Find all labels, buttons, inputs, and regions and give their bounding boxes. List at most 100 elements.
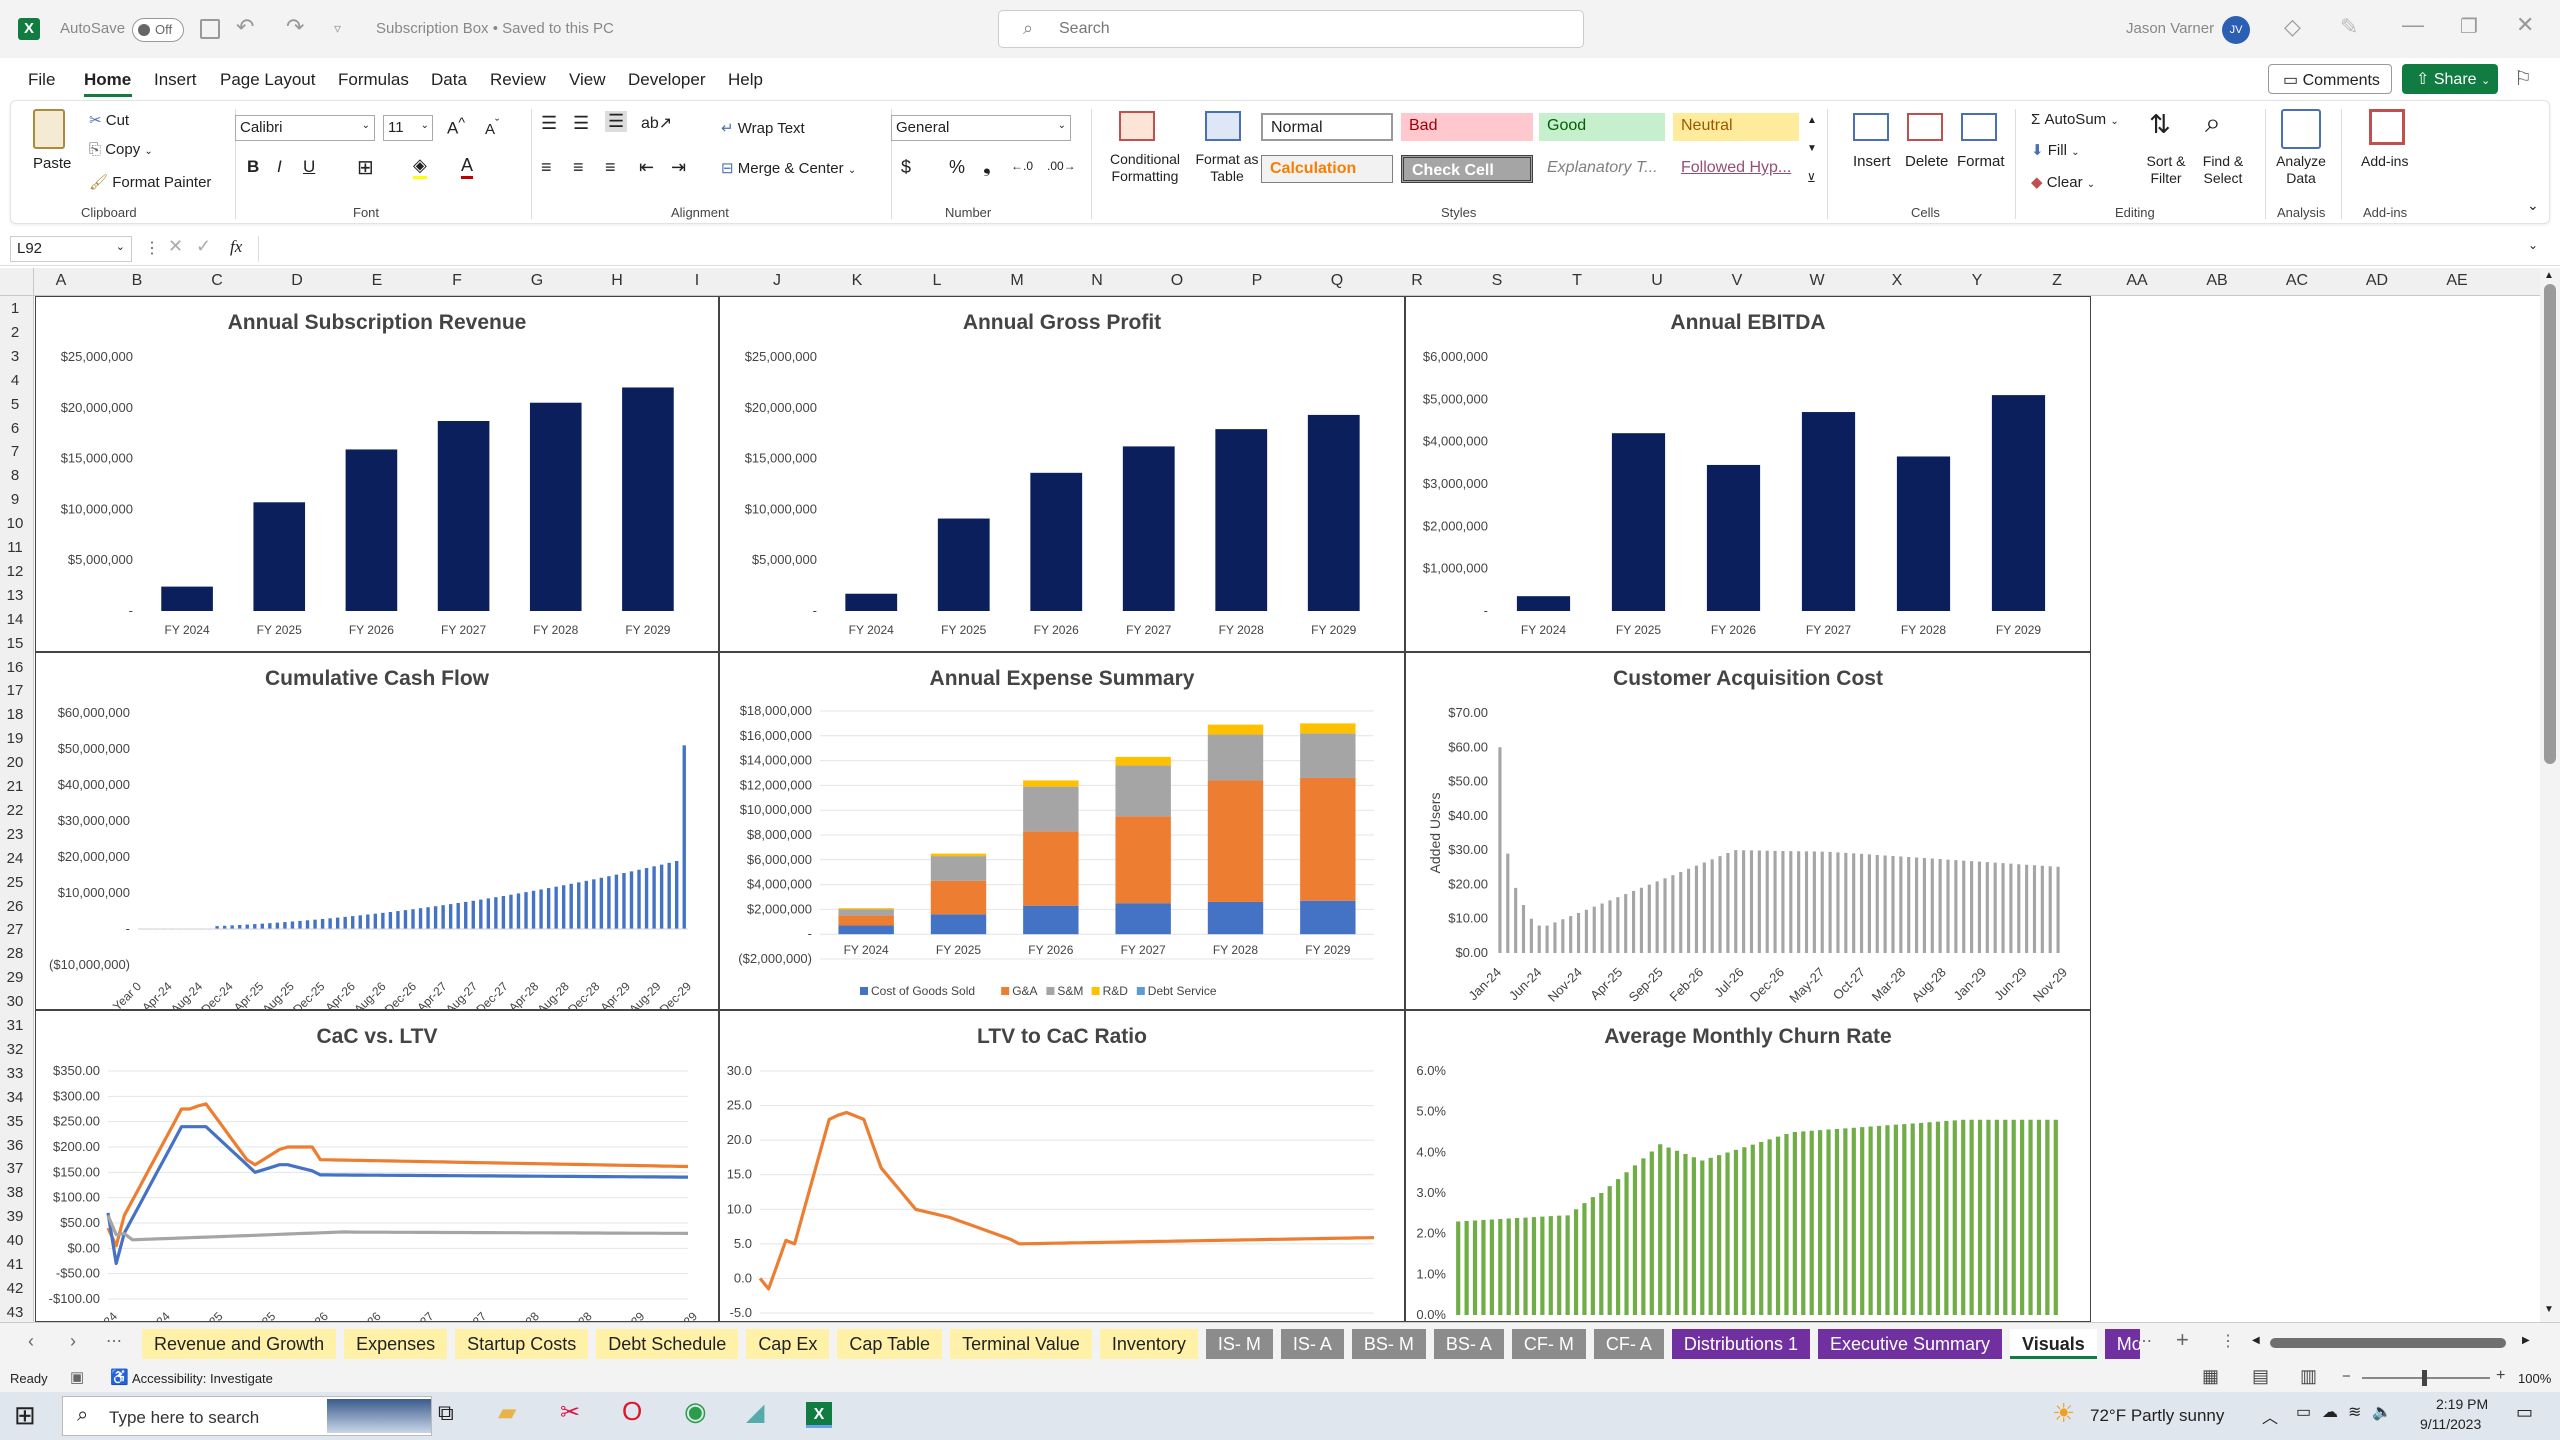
stacked-bar-segment[interactable] xyxy=(1115,903,1171,935)
chrome-icon[interactable]: ◉ xyxy=(684,1396,707,1427)
row-header[interactable]: 30 xyxy=(0,993,30,1010)
menu-developer[interactable]: Developer xyxy=(628,70,706,90)
stacked-bar-segment[interactable] xyxy=(1300,900,1356,935)
more-icon[interactable]: ⋮ xyxy=(144,238,160,258)
borders-icon[interactable]: ⊞ xyxy=(357,155,374,180)
bar[interactable] xyxy=(529,402,582,611)
task-view-icon[interactable]: ⧉ xyxy=(438,1400,454,1426)
bar[interactable] xyxy=(253,502,306,611)
column-header[interactable]: Q xyxy=(1297,272,1377,290)
font-size-select[interactable]: 11 ⌄ xyxy=(383,115,433,141)
row-header[interactable]: 32 xyxy=(0,1041,30,1058)
wifi-icon[interactable]: ≋ xyxy=(2348,1402,2361,1422)
cancel-icon[interactable]: ✕ xyxy=(168,236,183,257)
align-middle-icon[interactable]: ☰ xyxy=(573,113,589,134)
column-header[interactable]: AD xyxy=(2337,272,2417,290)
menu-file[interactable]: File xyxy=(28,70,55,90)
zoom-level[interactable]: 100% xyxy=(2518,1371,2551,1386)
bar[interactable] xyxy=(1896,456,1951,611)
sheet-tab[interactable]: Cap Table xyxy=(837,1329,943,1359)
italic-button[interactable]: I xyxy=(277,157,282,177)
sheet-tab[interactable]: Terminal Value xyxy=(950,1329,1092,1359)
increase-decimal-icon[interactable]: ←.0 xyxy=(1011,159,1033,173)
column-header[interactable]: V xyxy=(1697,272,1777,290)
clock-time[interactable]: 2:19 PM xyxy=(2436,1396,2488,1412)
bar[interactable] xyxy=(1122,446,1175,611)
insert-cells-icon[interactable] xyxy=(1853,113,1889,141)
row-header[interactable]: 10 xyxy=(0,515,30,532)
bar[interactable] xyxy=(1307,414,1360,611)
search-box[interactable]: ⌕ Search xyxy=(998,10,1584,48)
stacked-bar-segment[interactable] xyxy=(1115,816,1171,904)
chart-annual-ebitda[interactable]: Annual EBITDA - $1,000,000 $2,000,000 $3,000… xyxy=(1405,296,2091,652)
bar[interactable] xyxy=(1706,464,1761,611)
app-icon[interactable]: ◢ xyxy=(746,1398,764,1427)
column-header[interactable]: D xyxy=(257,272,337,290)
bar[interactable] xyxy=(161,586,213,611)
stacked-bar-segment[interactable] xyxy=(1207,724,1264,735)
redo-icon[interactable]: ↷ xyxy=(286,14,304,40)
font-name-select[interactable]: Calibri ⌄ xyxy=(235,115,375,141)
find-select-icon[interactable]: ⌕ xyxy=(2205,107,2221,140)
styles-more-icon[interactable]: ⊻ xyxy=(1807,171,1816,185)
number-format-select[interactable]: General ⌄ xyxy=(891,115,1071,141)
add-ins-button[interactable]: Add-ins xyxy=(2361,153,2408,169)
scroll-down-icon[interactable]: ▼ xyxy=(2544,1304,2554,1315)
sheet-tab[interactable]: Visuals xyxy=(2010,1329,2097,1359)
stacked-bar-segment[interactable] xyxy=(1115,765,1171,817)
chart-customer-acquisition-cost[interactable]: Customer Acquisition Cost $0.00 $10.00 $20.… xyxy=(1405,652,2091,1010)
column-header[interactable]: S xyxy=(1457,272,1537,290)
diamond-icon[interactable]: ◇ xyxy=(2284,14,2301,40)
network-icon[interactable]: ▭ xyxy=(2296,1402,2311,1422)
insert-function-icon[interactable]: fx xyxy=(230,237,242,257)
row-header[interactable]: 4 xyxy=(0,372,30,389)
stacked-bar-segment[interactable] xyxy=(930,856,987,881)
style-normal[interactable]: Normal xyxy=(1261,113,1393,141)
column-header[interactable]: B xyxy=(97,272,177,290)
stacked-bar-segment[interactable] xyxy=(838,908,894,910)
menu-page-layout[interactable]: Page Layout xyxy=(220,70,315,90)
stacked-bar-segment[interactable] xyxy=(930,853,987,857)
format-painter-button[interactable]: 🖌 Format Painter xyxy=(89,173,211,191)
sheet-tab[interactable]: Expenses xyxy=(344,1329,448,1359)
analyze-data-icon[interactable] xyxy=(2281,109,2321,149)
notifications-icon[interactable]: ▭ xyxy=(2516,1402,2533,1423)
align-center-icon[interactable]: ≡ xyxy=(573,157,584,178)
column-header[interactable]: C xyxy=(177,272,257,290)
copy-button[interactable]: ⎘ Copy ⌄ xyxy=(89,141,153,158)
increase-indent-icon[interactable]: ⇥ xyxy=(671,157,686,178)
formula-input[interactable] xyxy=(258,236,2520,262)
format-as-table-button[interactable]: Format as Table xyxy=(1195,151,1259,185)
vertical-scrollbar[interactable]: ▲ ▼ xyxy=(2540,268,2560,1322)
chart-average-monthly-churn-rate[interactable]: Average Monthly Churn Rate 0.0% 1.0% 2.0% 3.… xyxy=(1405,1010,2091,1322)
normal-view-icon[interactable]: ▦ xyxy=(2202,1366,2219,1387)
stacked-bar-segment[interactable] xyxy=(838,909,894,916)
column-header[interactable]: E xyxy=(337,272,417,290)
format-as-table-icon[interactable] xyxy=(1205,111,1241,141)
weather-text[interactable]: 72°F Partly sunny xyxy=(2090,1406,2224,1426)
column-header[interactable]: N xyxy=(1057,272,1137,290)
scroll-thumb[interactable] xyxy=(2544,284,2556,764)
name-box[interactable]: L92 ⌄ xyxy=(10,236,132,262)
row-header[interactable]: 11 xyxy=(0,539,30,556)
bar[interactable] xyxy=(1516,596,1571,611)
stacked-bar-segment[interactable] xyxy=(1207,734,1264,781)
bar[interactable] xyxy=(845,593,898,611)
sheet-tab[interactable]: BS- M xyxy=(1351,1329,1426,1359)
row-header[interactable]: 27 xyxy=(0,921,30,938)
sheet-tab[interactable]: IS- M xyxy=(1205,1329,1273,1359)
bar[interactable] xyxy=(1991,395,2046,611)
bar[interactable] xyxy=(345,449,398,611)
chart-annual-subscription-revenue[interactable]: Annual Subscription Revenue - $5,000,000 $1… xyxy=(35,296,719,652)
paste-icon[interactable] xyxy=(33,109,65,149)
row-header[interactable]: 1 xyxy=(0,300,30,317)
row-header[interactable]: 7 xyxy=(0,443,30,460)
menu-formulas[interactable]: Formulas xyxy=(338,70,409,90)
user-avatar[interactable]: JV xyxy=(2222,16,2250,44)
menu-insert[interactable]: Insert xyxy=(154,70,197,90)
column-header[interactable]: Y xyxy=(1937,272,2017,290)
row-header[interactable]: 39 xyxy=(0,1208,30,1225)
enter-icon[interactable]: ✓ xyxy=(196,236,211,257)
menu-review[interactable]: Review xyxy=(490,70,546,90)
styles-scroll-up-icon[interactable]: ▲ xyxy=(1807,115,1817,126)
